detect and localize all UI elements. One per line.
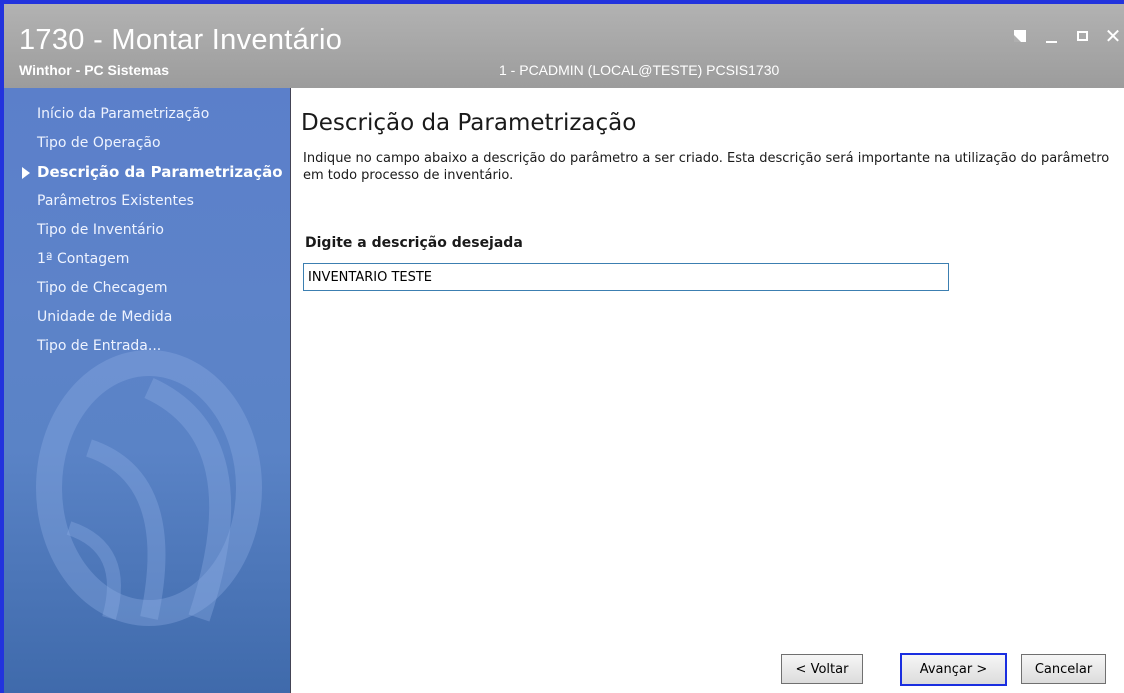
step-descricao-parametrizacao[interactable]: Descrição da Parametrização <box>4 158 290 187</box>
cancel-button[interactable]: Cancelar <box>1021 654 1106 684</box>
maximize-button[interactable] <box>1071 26 1093 46</box>
step-parametros-existentes[interactable]: Parâmetros Existentes <box>4 187 290 216</box>
step-label: Tipo de Checagem <box>37 280 168 296</box>
minimize-button[interactable] <box>1040 26 1062 46</box>
step-label: 1ª Contagem <box>37 251 130 267</box>
close-button[interactable]: ✕ <box>1102 26 1124 46</box>
description-field-label: Digite a descrição desejada <box>305 235 523 251</box>
title-bar[interactable]: 1730 - Montar Inventário Winthor - PC Si… <box>4 4 1124 88</box>
step-tipo-entrada[interactable]: Tipo de Entrada... <box>4 332 290 361</box>
app-window: 1730 - Montar Inventário Winthor - PC Si… <box>0 0 1124 693</box>
minimize-icon <box>1045 41 1057 43</box>
wizard-content: Descrição da Parametrização Indique no c… <box>291 88 1124 693</box>
session-info: 1 - PCADMIN (LOCAL@TESTE) PCSIS1730 <box>499 62 780 78</box>
page-description: Indique no campo abaixo a descrição do p… <box>303 151 1110 183</box>
step-primeira-contagem[interactable]: 1ª Contagem <box>4 245 290 274</box>
current-step-arrow-icon <box>22 167 30 179</box>
restore-button[interactable] <box>1009 26 1031 46</box>
page-title: Descrição da Parametrização <box>301 110 637 136</box>
back-button[interactable]: < Voltar <box>781 654 863 684</box>
step-label: Tipo de Entrada... <box>37 338 162 354</box>
description-input[interactable] <box>303 263 949 291</box>
step-unidade-medida[interactable]: Unidade de Medida <box>4 303 290 332</box>
window-title: 1730 - Montar Inventário <box>19 24 343 56</box>
step-tipo-checagem[interactable]: Tipo de Checagem <box>4 274 290 303</box>
window-controls: ✕ <box>1000 26 1124 46</box>
step-label: Unidade de Medida <box>37 309 173 325</box>
step-label: Descrição da Parametrização <box>37 163 283 181</box>
maximize-icon <box>1076 31 1088 41</box>
logo-watermark-icon <box>36 350 262 626</box>
wizard-steps-sidebar: Início da Parametrização Tipo de Operaçã… <box>4 88 291 693</box>
step-tipo-inventario[interactable]: Tipo de Inventário <box>4 216 290 245</box>
next-button[interactable]: Avançar > <box>900 653 1007 686</box>
step-inicio-parametrizacao[interactable]: Início da Parametrização <box>4 100 290 129</box>
wizard-steps-list: Início da Parametrização Tipo de Operaçã… <box>4 100 290 361</box>
window-subtitle: Winthor - PC Sistemas <box>19 62 170 78</box>
restore-icon <box>1014 30 1026 42</box>
close-icon: ✕ <box>1104 24 1122 48</box>
step-label: Parâmetros Existentes <box>37 193 194 209</box>
step-label: Tipo de Inventário <box>37 222 164 238</box>
step-label: Tipo de Operação <box>37 135 161 151</box>
step-tipo-operacao[interactable]: Tipo de Operação <box>4 129 290 158</box>
step-label: Início da Parametrização <box>37 106 210 122</box>
